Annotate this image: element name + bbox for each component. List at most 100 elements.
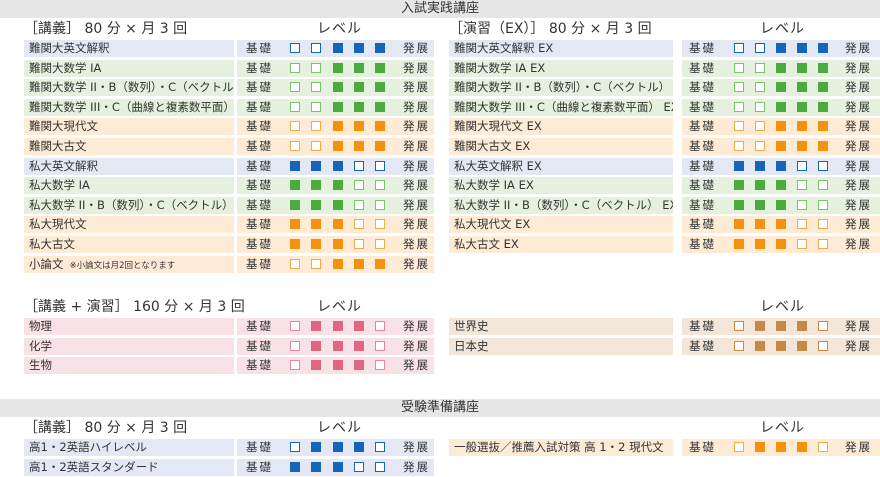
course-row: 世界史 基礎 発展 — [0, 318, 880, 335]
level-square-filled — [755, 239, 765, 249]
course-name-text: 難関大数学 II・B（数列）・C（ベクトル） EX — [454, 80, 673, 95]
level-square-empty — [734, 442, 744, 452]
course-level-chart: 入試実践講座 ［講義］ 80 分 × 月 3 回 レベル ［演習（EX）］ 80… — [0, 0, 880, 477]
level-label-advanced: 発展 — [845, 237, 872, 251]
course-row: 難関大英文解釈 EX 基礎 発展 — [0, 40, 880, 57]
level-label-basic: 基礎 — [689, 197, 716, 212]
level-label-basic: 基礎 — [689, 178, 716, 193]
level-label-basic: 基礎 — [689, 60, 716, 75]
level-label-advanced: 発展 — [403, 459, 430, 474]
level-square-filled — [818, 82, 828, 93]
lecture-header: ［講義］ 80 分 × 月 3 回 — [24, 21, 188, 37]
level-square-empty — [755, 82, 765, 93]
level-label-basic: 基礎 — [689, 217, 716, 232]
level-square-filled — [734, 160, 744, 171]
level-square-empty — [818, 180, 828, 191]
level-square-empty — [797, 160, 807, 171]
level-square-filled — [776, 340, 786, 351]
level-square-filled — [797, 340, 807, 351]
course-name-text: 生物 — [29, 358, 52, 373]
level-square-empty — [734, 43, 744, 53]
level-square-filled — [333, 461, 343, 472]
course-name-text: 難関大数学 III・C（曲線と複素数平面） EX — [454, 99, 673, 114]
level-label-basic: 基礎 — [689, 440, 716, 454]
course-name-text: 一般選抜／推薦入試対策 高 1・2 現代文 — [454, 440, 664, 454]
level-label-basic: 基礎 — [246, 459, 273, 474]
course-row: 難関大数学 II・B（数列）・C（ベクトル） EX 基礎 発展 — [0, 79, 880, 97]
course-name: 難関大数学 IA EX — [449, 59, 673, 77]
lecture-exercise-header: ［講義 + 演習］ 160 分 × 月 3 回 — [24, 299, 245, 315]
level-square-filled — [797, 43, 807, 53]
level-square-filled — [818, 43, 828, 53]
level-label-advanced: 発展 — [845, 119, 872, 134]
course-name: 生物 — [24, 357, 234, 375]
level-square-filled — [776, 43, 786, 53]
level-square-empty — [375, 461, 385, 472]
course-name: 私大数学 IA EX — [449, 177, 673, 195]
course-name: 私大英文解釈 EX — [449, 157, 673, 175]
level-square-empty — [797, 239, 807, 249]
course-name-text: 高1・2英語スタンダード — [29, 459, 159, 474]
course-row: 私大英文解釈 EX 基礎 発展 — [0, 157, 880, 175]
level-square-filled — [797, 121, 807, 132]
course-row: 高1・2英語スタンダード 基礎 発展 — [0, 458, 880, 476]
level-square-empty — [755, 43, 765, 53]
course-row: 生物 基礎 発展 — [0, 357, 880, 375]
level-square-empty — [818, 321, 828, 331]
level-label-basic: 基礎 — [689, 158, 716, 173]
course-row: 私大現代文 EX 基礎 発展 — [0, 216, 880, 234]
level-label-basic: 基礎 — [689, 338, 716, 353]
course-name: 日本史 — [449, 337, 673, 355]
level-label-basic: 基礎 — [246, 358, 273, 373]
level-square-filled — [734, 239, 744, 249]
level-square-filled — [818, 141, 828, 151]
level-square-empty — [818, 239, 828, 249]
course-name-text: 難関大数学 IA EX — [454, 60, 546, 75]
course-row: 難関大古文 EX 基礎 発展 — [0, 138, 880, 155]
level-square-empty — [755, 121, 765, 132]
level-label-basic: 基礎 — [689, 80, 716, 95]
course-name: 高1・2英語スタンダード — [24, 458, 234, 476]
level-square-empty — [734, 340, 744, 351]
course-name: 小論文 ※小論文は月2回となります — [24, 255, 234, 273]
level-label-advanced: 発展 — [845, 319, 872, 333]
level-square-filled — [755, 160, 765, 171]
course-name: 難関大数学 III・C（曲線と複素数平面） EX — [449, 98, 673, 116]
level-header: レベル — [317, 21, 362, 37]
level-label-advanced: 発展 — [845, 178, 872, 193]
level-label-advanced: 発展 — [845, 80, 872, 95]
course-row: 私大古文 EX 基礎 発展 — [0, 236, 880, 253]
level-square-empty — [755, 62, 765, 73]
section-title-exam-prep: 受験準備講座 — [0, 399, 880, 417]
level-label-advanced: 発展 — [403, 358, 430, 373]
level-square-empty — [734, 62, 744, 73]
level-square-empty — [755, 101, 765, 112]
level-square-empty — [375, 360, 385, 371]
level-square-empty — [290, 258, 300, 269]
level-square-filled — [755, 340, 765, 351]
level-square-empty — [734, 101, 744, 112]
level-square-filled — [776, 62, 786, 73]
level-square-filled — [776, 321, 786, 331]
level-label-advanced: 発展 — [845, 440, 872, 454]
level-square-filled — [734, 180, 744, 191]
level-square-filled — [311, 461, 321, 472]
level-square-filled — [776, 141, 786, 151]
course-row: 一般選抜／推薦入試対策 高 1・2 現代文 基礎 発展 — [0, 439, 880, 456]
level-square-empty — [818, 219, 828, 230]
level-square-filled — [776, 82, 786, 93]
level-label-advanced: 発展 — [845, 99, 872, 114]
course-row: 難関大数学 III・C（曲線と複素数平面） EX 基礎 発展 — [0, 98, 880, 116]
level-square-filled — [797, 101, 807, 112]
level-square-empty — [734, 82, 744, 93]
level-square-filled — [734, 219, 744, 230]
course-name: 難関大英文解釈 EX — [449, 40, 673, 57]
level-square-filled — [797, 321, 807, 331]
level-square-filled — [776, 121, 786, 132]
level-square-filled — [797, 442, 807, 452]
level-square-filled — [354, 360, 364, 371]
course-name: 私大数学 II・B（数列）・C（ベクトル） EX — [449, 196, 673, 214]
level-label-basic: 基礎 — [689, 237, 716, 251]
course-name-text: 私大英文解釈 EX — [454, 158, 542, 173]
level-square-filled — [333, 258, 343, 269]
